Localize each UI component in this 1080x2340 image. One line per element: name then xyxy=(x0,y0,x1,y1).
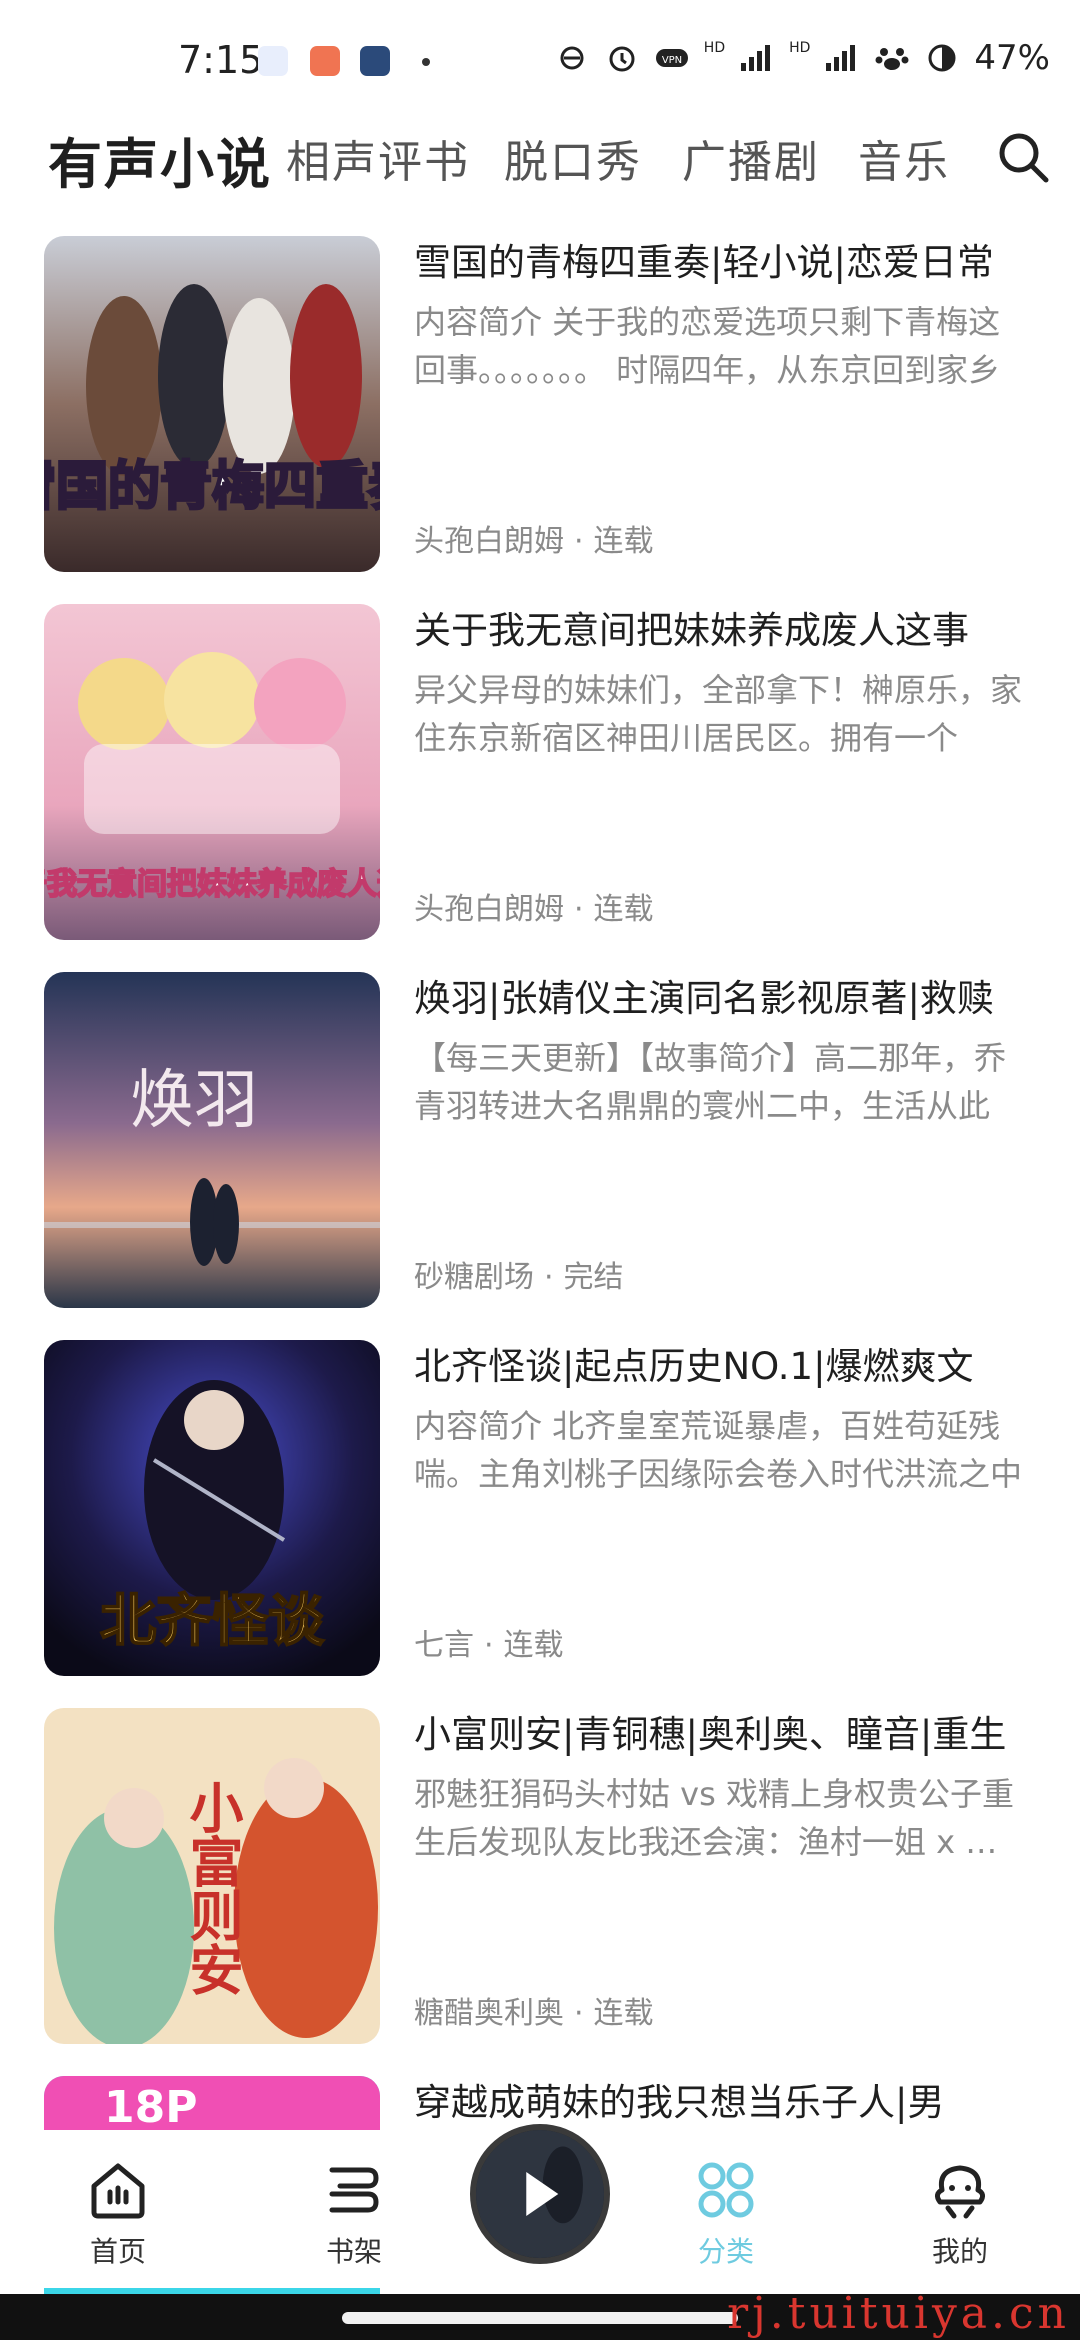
nav-category-label: 分类 xyxy=(697,2235,754,2268)
profile-icon xyxy=(934,2165,986,2219)
book-item[interactable]: 焕羽 焕羽|张婧仪主演同名影视原著|救赎 【每三天更新】【故事简介】高二那年，乔… xyxy=(0,972,1080,1312)
book-author: 砂糖剧场 xyxy=(414,1260,534,1295)
x-app-icon xyxy=(258,46,288,76)
book-title[interactable]: 关于我无意间把妹妹养成废人这事 xyxy=(414,604,1034,658)
nav-home[interactable]: 首页 xyxy=(48,2160,188,2270)
cat-app-icon xyxy=(360,46,390,76)
book-title[interactable]: 北齐怪谈|起点历史NO.1|爆燃爽文 xyxy=(414,1340,1034,1394)
nav-category[interactable]: 分类 xyxy=(656,2160,796,2270)
book-description: 异父异母的妹妹们，全部拿下！榊原乐，家住东京新宿区神田川居民区。拥有一个 xyxy=(414,671,1023,757)
book-meta: 糖醋奥利奥 · 连载 xyxy=(414,1988,654,2032)
signal-hd-2: HD xyxy=(789,40,811,56)
book-status: 连载 xyxy=(593,1996,654,2031)
book-status: 连载 xyxy=(593,892,654,927)
home-indicator[interactable] xyxy=(342,2312,738,2324)
book-status: 完结 xyxy=(563,1260,624,1295)
category-tabs: 有声小说 相声评书 脱口秀 广播剧 音乐 xyxy=(0,120,1080,230)
book-title[interactable]: 小富则安|青铜穗|奥利奥、瞳音|重生 xyxy=(414,1708,1034,1762)
tab-music[interactable]: 音乐 xyxy=(858,126,950,190)
book-author: 糖醋奥利奥 xyxy=(414,1996,564,2031)
book-cover[interactable]: 雪国的青梅四重奏 xyxy=(44,236,380,572)
book-description: 内容简介 北齐皇室荒诞暴虐，百姓苟延残喘。主角刘桃子因缘际会卷入时代洪流之中 xyxy=(414,1407,1023,1493)
book-description: 邪魅狂狷码头村姑 vs 戏精上身权贵公子重生后发现队友比我还会演：渔村一姐 x … xyxy=(414,1775,1014,1861)
book-item[interactable]: 小富则安 小富则安|青铜穗|奥利奥、瞳音|重生 邪魅狂狷码头村姑 vs 戏精上身… xyxy=(0,1708,1080,2048)
book-description: 【每三天更新】【故事简介】高二那年，乔青羽转进大名鼎鼎的寰州二中，生活从此 xyxy=(414,1039,1007,1125)
svg-text:VPN: VPN xyxy=(662,55,682,66)
book-item[interactable]: 关于我无意间把妹妹养成废人这事 关于我无意间把妹妹养成废人这事 异父异母的妹妹们… xyxy=(0,604,1080,944)
meta-separator: · xyxy=(544,1260,554,1295)
book-item[interactable]: 雪国的青梅四重奏 雪国的青梅四重奏|轻小说|恋爱日常 内容简介 关于我的恋爱选项… xyxy=(0,236,1080,576)
book-meta: 头孢白朗姆 · 连载 xyxy=(414,884,654,928)
book-cover[interactable]: 焕羽 xyxy=(44,972,380,1308)
tab-audio-novel[interactable]: 有声小说 xyxy=(48,120,272,199)
signal-hd-1: HD xyxy=(703,40,726,56)
cover-title: 关于我无意间把妹妹养成废人这事 xyxy=(44,867,380,902)
status-bar: 7:15 VPN HD HD 47% xyxy=(0,0,1080,120)
vpn-icon: VPN xyxy=(655,49,688,67)
cover-title: 小富则安 xyxy=(180,1780,244,1996)
nav-bookshelf-label: 书架 xyxy=(325,2235,382,2268)
bottom-nav: 首页 书架 分类 我的 xyxy=(0,2124,1080,2288)
meta-separator: · xyxy=(574,892,584,927)
book-status: 连载 xyxy=(593,524,654,559)
book-meta: 砂糖剧场 · 完结 xyxy=(414,1252,624,1296)
book-description: 内容简介 关于我的恋爱选项只剩下青梅这回事。。。。。。。 时隔四年，从东京回到家… xyxy=(414,303,1001,389)
watermark: rj.tuituiya.cn xyxy=(727,2288,1070,2339)
meta-separator: · xyxy=(484,1628,494,1663)
book-cover[interactable]: 小富则安 xyxy=(44,1708,380,2044)
cover-title: 18P xyxy=(104,2082,197,2133)
more-dot-icon xyxy=(422,58,430,66)
nav-profile-label: 我的 xyxy=(931,2235,988,2268)
paw-icon xyxy=(875,48,909,70)
cover-title: 焕羽 xyxy=(130,1064,258,1138)
now-playing-button[interactable] xyxy=(470,2124,610,2264)
status-icons: VPN HD HD 47% xyxy=(554,38,1050,78)
book-title[interactable]: 雪国的青梅四重奏|轻小说|恋爱日常 xyxy=(414,236,1034,290)
book-author: 头孢白朗姆 xyxy=(414,524,564,559)
cover-title: 北齐怪谈 xyxy=(100,1588,325,1654)
battery-saver-icon xyxy=(928,44,956,72)
signal-icon xyxy=(741,45,771,71)
bookshelf-icon xyxy=(329,2167,379,2213)
home-icon xyxy=(91,2163,145,2219)
tab-talk-show[interactable]: 脱口秀 xyxy=(504,126,642,190)
meta-separator: · xyxy=(574,1996,584,2031)
battery-level: 47% xyxy=(974,38,1050,78)
play-icon xyxy=(476,2130,604,2258)
tab-radio-drama[interactable]: 广播剧 xyxy=(682,126,820,190)
book-title[interactable]: 穿越成萌妹的我只想当乐子人|男 xyxy=(414,2076,1034,2130)
book-cover[interactable]: 北齐怪谈 xyxy=(44,1340,380,1676)
meta-separator: · xyxy=(574,524,584,559)
book-status: 连载 xyxy=(503,1628,564,1663)
category-icon xyxy=(698,2162,754,2218)
notes-app-icon xyxy=(310,46,340,76)
nav-profile[interactable]: 我的 xyxy=(890,2160,1030,2270)
book-cover[interactable]: 关于我无意间把妹妹养成废人这事 xyxy=(44,604,380,940)
signal-icon-2 xyxy=(826,45,856,71)
book-meta: 头孢白朗姆 · 连载 xyxy=(414,516,654,560)
do-not-disturb-icon xyxy=(560,46,584,70)
book-meta: 七言 · 连载 xyxy=(414,1620,564,1664)
nav-home-label: 首页 xyxy=(89,2235,146,2268)
nav-bookshelf[interactable]: 书架 xyxy=(284,2160,424,2270)
book-author: 七言 xyxy=(414,1628,474,1663)
book-title[interactable]: 焕羽|张婧仪主演同名影视原著|救赎 xyxy=(414,972,1034,1026)
book-item[interactable]: 北齐怪谈 北齐怪谈|起点历史NO.1|爆燃爽文 内容简介 北齐皇室荒诞暴虐，百姓… xyxy=(0,1340,1080,1680)
tab-crosstalk[interactable]: 相声评书 xyxy=(286,126,470,190)
status-time: 7:15 xyxy=(178,38,264,82)
alarm-icon xyxy=(609,46,635,72)
search-icon[interactable] xyxy=(994,128,1052,186)
cover-title: 雪国的青梅四重奏 xyxy=(44,457,380,517)
book-author: 头孢白朗姆 xyxy=(414,892,564,927)
